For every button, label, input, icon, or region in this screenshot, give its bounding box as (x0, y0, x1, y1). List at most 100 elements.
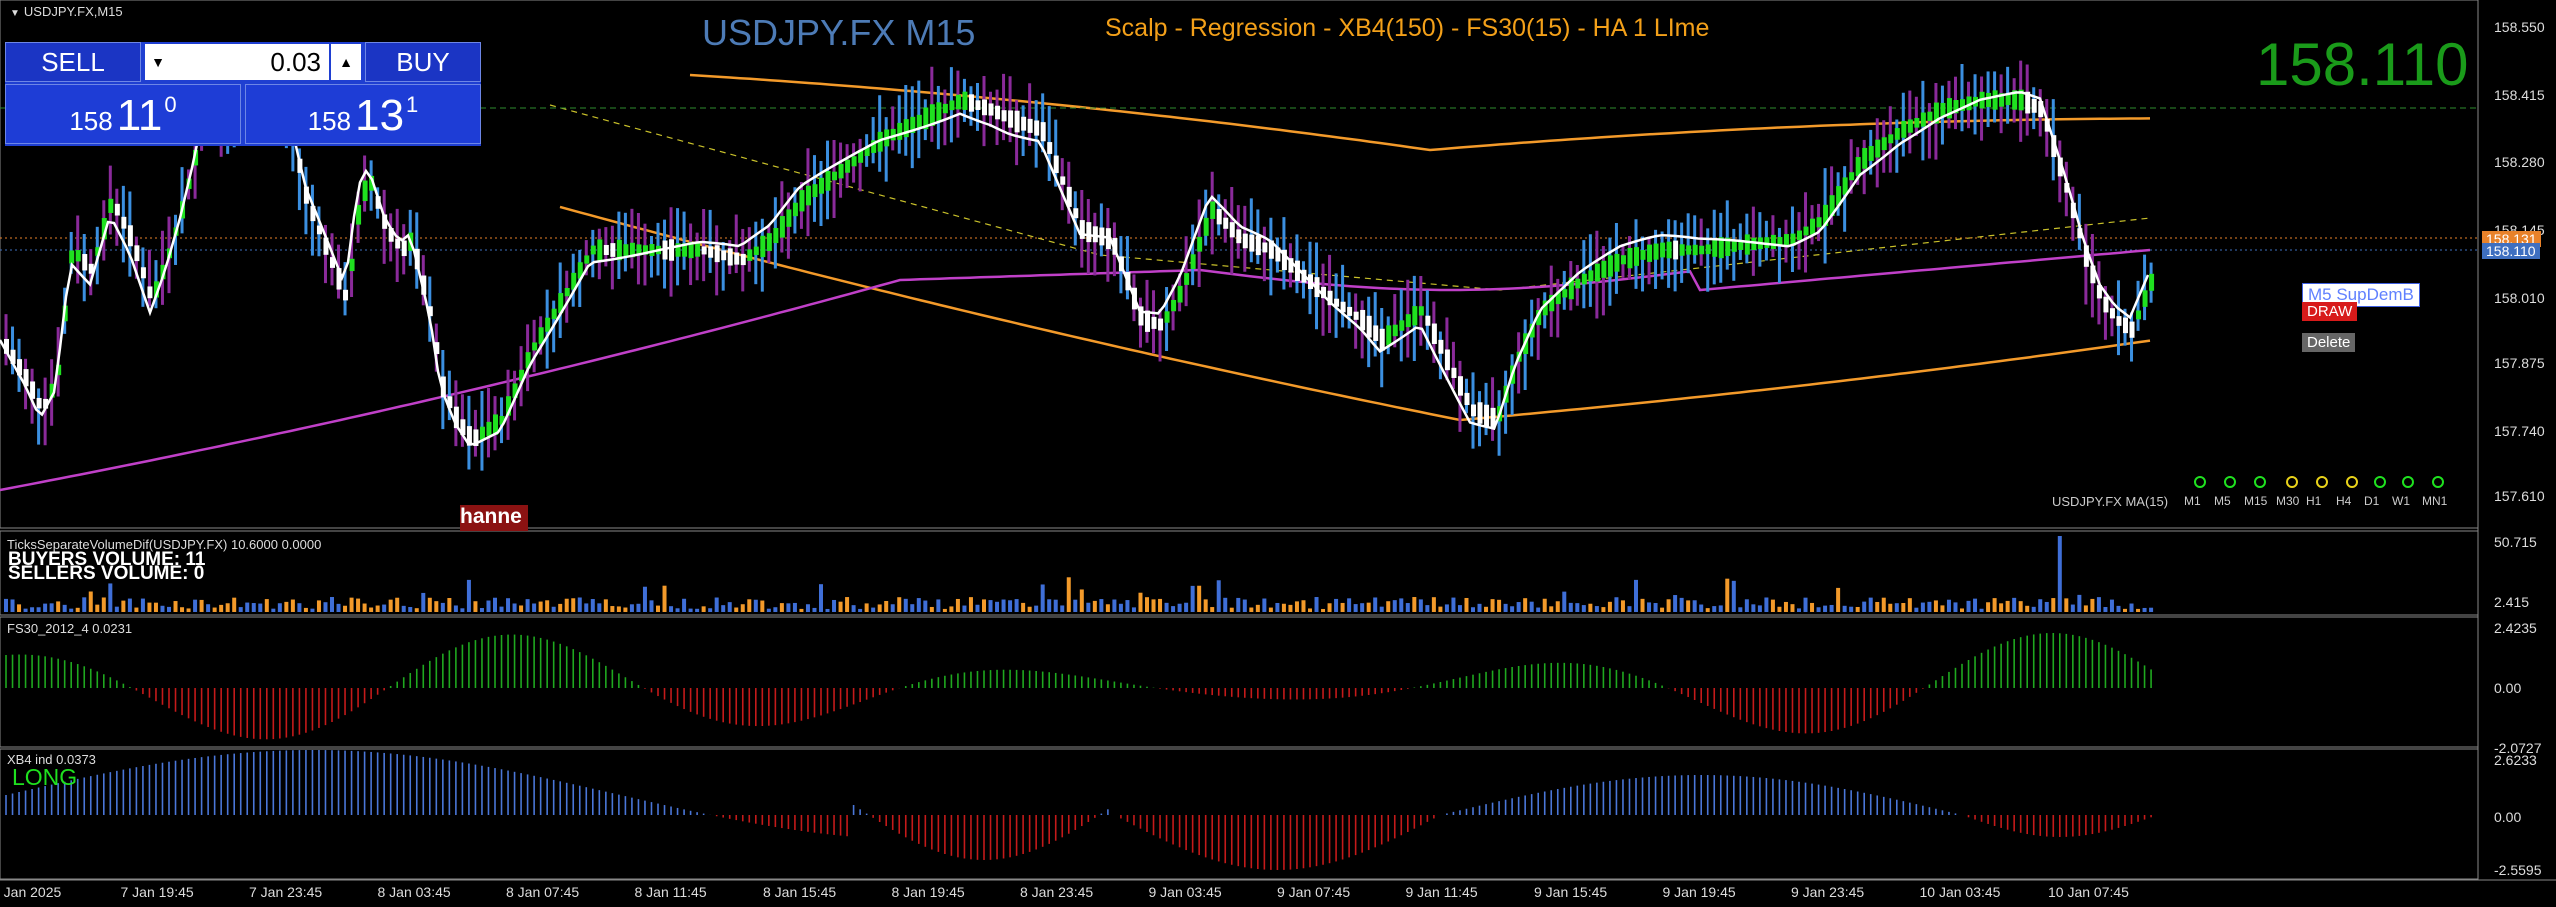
timeframe-dot-icon (2402, 476, 2414, 488)
ask-price-button[interactable]: 158 13 1 (245, 84, 481, 144)
heikin-ashi-candle (349, 258, 355, 272)
lot-increase-icon[interactable]: ▲ (331, 44, 361, 80)
volume-bar (186, 608, 191, 612)
volume-bar (2123, 608, 2127, 612)
volume-bar (225, 603, 230, 612)
heikin-ashi-candle (2123, 317, 2128, 334)
volume-bar (845, 597, 850, 612)
heikin-ashi-candle (610, 243, 616, 257)
heikin-ashi-candle (1640, 249, 1646, 260)
heikin-ashi-candle (1438, 339, 1444, 354)
volume-bar (1171, 606, 1176, 612)
timeframe-label[interactable]: W1 (2392, 494, 2410, 508)
volume-bar (858, 608, 863, 612)
volume-bar (349, 597, 354, 612)
volume-bar (669, 606, 674, 612)
volume-bar (1021, 602, 1026, 612)
volume-bar (1510, 606, 1515, 612)
volume-bar (173, 601, 178, 612)
heikin-ashi-candle (1601, 260, 1607, 278)
heikin-ashi-candle (1849, 172, 1855, 181)
heikin-ashi-candle (962, 91, 968, 110)
volume-bar (1536, 607, 1541, 612)
volume-bar (82, 597, 87, 612)
heikin-ashi-candle (1249, 234, 1255, 252)
volume-bar (1862, 601, 1867, 612)
price-axis-label: 157.740 (2494, 423, 2545, 439)
time-axis-label: 7 Jan 19:45 (120, 884, 194, 900)
timeframe-label[interactable]: MN1 (2422, 494, 2447, 508)
volume-bar (2129, 603, 2134, 612)
volume-bar (558, 603, 563, 612)
heikin-ashi-candle (395, 238, 401, 249)
heikin-ashi-candle (975, 100, 981, 110)
heikin-ashi-candle (721, 250, 727, 261)
volume-bar (258, 603, 263, 612)
volume-bar (1334, 598, 1339, 612)
volume-bar (36, 607, 41, 612)
timeframe-label[interactable]: M15 (2244, 494, 2267, 508)
heikin-ashi-candle (147, 286, 153, 299)
heikin-ashi-candle (779, 216, 785, 238)
heikin-ashi-candle (1679, 244, 1685, 256)
volume-bar (1027, 606, 1032, 612)
volume-bar (1047, 599, 1052, 612)
heikin-ashi-candle (1021, 116, 1027, 131)
volume-bar (1412, 597, 1417, 612)
volume-bar (538, 601, 543, 612)
volume-bar (864, 603, 869, 612)
heikin-ashi-candle (838, 163, 844, 179)
volume-bar (1607, 601, 1612, 612)
bid-price-button[interactable]: 158 11 0 (5, 84, 241, 144)
volume-bar (1692, 600, 1697, 612)
heikin-ashi-candle (1920, 112, 1926, 127)
volume-bar (819, 584, 823, 612)
volume-bar (69, 608, 74, 612)
timeframe-label[interactable]: H1 (2306, 494, 2321, 508)
volume-bar (1986, 602, 1991, 612)
volume-bar (897, 597, 902, 612)
timeframe-label[interactable]: M30 (2276, 494, 2299, 508)
volume-bar (1810, 602, 1815, 612)
chart-title-indicator: Scalp - Regression - XB4(150) - FS30(15)… (1105, 14, 1710, 42)
heikin-ashi-candle (1086, 222, 1092, 243)
volume-bar (721, 605, 726, 612)
timeframe-label[interactable]: H4 (2336, 494, 2351, 508)
heikin-ashi-candle (1171, 299, 1177, 312)
time-axis-label: 10 Jan 07:45 (2048, 884, 2129, 900)
volume-bar (506, 598, 511, 612)
volume-bar (1099, 599, 1104, 612)
timeframe-label[interactable]: M5 (2214, 494, 2231, 508)
volume-bar (1366, 602, 1371, 612)
lot-size-input[interactable]: 0.03 (171, 44, 329, 80)
timeframe-label[interactable]: M1 (2184, 494, 2201, 508)
volume-bar (805, 604, 810, 612)
volume-bar (1868, 597, 1873, 612)
volume-bar (303, 607, 308, 612)
volume-bar (1836, 587, 1841, 612)
draw-button[interactable]: DRAW (2302, 302, 2358, 321)
heikin-ashi-candle (1627, 247, 1633, 269)
heikin-ashi-candle (2136, 310, 2142, 320)
heikin-ashi-candle (1444, 349, 1450, 371)
volume-bar (1960, 608, 1964, 612)
sell-button[interactable]: SELL (5, 42, 141, 82)
volume-bar (2025, 605, 2030, 612)
volume-bar (1568, 602, 1573, 612)
heikin-ashi-candle (551, 308, 557, 320)
delete-button[interactable]: Delete (2302, 333, 2356, 352)
heikin-ashi-candle (2116, 316, 2122, 326)
volume-bar (219, 604, 224, 612)
volume-bar (199, 599, 204, 612)
hanne-object[interactable]: hanne (460, 505, 528, 531)
volume-bar (838, 601, 843, 612)
heikin-ashi-candle (545, 317, 551, 332)
lot-decrease-icon[interactable]: ▼ (145, 44, 171, 80)
big-price: 158.110 (2256, 31, 2469, 98)
volume-bar (1797, 608, 1801, 612)
volume-bar (747, 599, 752, 612)
timeframe-label[interactable]: D1 (2364, 494, 2379, 508)
volume-bar (786, 603, 791, 612)
buy-button[interactable]: BUY (365, 42, 481, 82)
heikin-ashi-candle (714, 245, 720, 263)
